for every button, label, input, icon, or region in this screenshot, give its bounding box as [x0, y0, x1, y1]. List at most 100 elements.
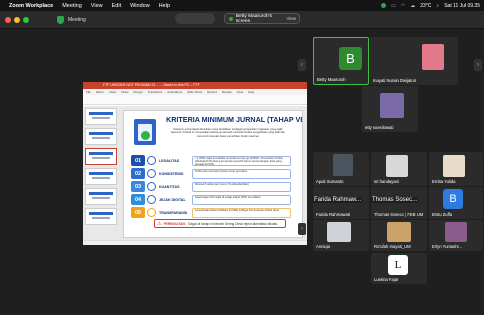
participant-photo [386, 155, 408, 177]
ppt-ribbon[interactable] [83, 95, 307, 105]
view-options-button[interactable]: View [286, 16, 296, 21]
slide-title: KRITERIA MINIMUM JURNAL (TAHAP VERIFIKAS… [166, 115, 302, 124]
slide-thumbnail[interactable] [85, 108, 117, 125]
scale-icon [147, 208, 156, 217]
ppt-tab-view[interactable]: View [237, 89, 243, 95]
meeting-title: Meeting [68, 16, 86, 23]
participant-tile-thomas[interactable]: Thomas Sosec... Thomas Sosecc | FEB UM [371, 187, 427, 219]
criteria-number: 03 [131, 181, 145, 192]
menu-app-name[interactable]: Zoom Workplace [9, 3, 53, 9]
sharing-indicator-icon [229, 16, 233, 21]
fullscreen-window-button[interactable] [23, 16, 29, 23]
participant-tile-sri[interactable]: sri handayani [371, 152, 427, 186]
ppt-tab-file[interactable]: File [86, 89, 91, 95]
participant-tile-luetina[interactable]: L Luetina Fajar [371, 253, 427, 284]
screen-share-toolbar[interactable] [175, 13, 215, 24]
criteria-row: 03 KUANTITAS Minimal 5 artikel per nomor… [131, 181, 291, 192]
participant-tile-inayati[interactable]: Inayati Nurain Dwijaturi [370, 37, 458, 85]
temperature: 23°C [420, 2, 432, 9]
gallery-prev-arrow-icon[interactable]: ‹ [298, 59, 306, 71]
participant-name: Bintu Zuffa [432, 212, 453, 217]
avatar-letter-b: B [339, 47, 362, 70]
search-icon[interactable]: ⌕ [436, 3, 439, 9]
ppt-tab-record[interactable]: Record [207, 89, 217, 95]
participant-photo [387, 222, 411, 242]
participant-photo [445, 222, 467, 242]
zoom-status-icon[interactable] [381, 3, 387, 8]
participant-tile-betty[interactable]: B Betty Maaruroh [313, 37, 369, 85]
ppt-body: KRITERIA MINIMUM JURNAL (TAHAP VERIFIKAS… [83, 106, 307, 245]
ppt-tab-insert[interactable]: Insert [109, 89, 117, 95]
criteria-label: JEJAK DIGITAL [159, 197, 186, 202]
slide-thumbnail[interactable] [85, 188, 117, 205]
menu-help[interactable]: Help [159, 3, 170, 9]
participant-name: Anniqia [316, 244, 330, 249]
menu-meeting[interactable]: Meeting [62, 3, 82, 9]
slide-thumbnail[interactable] [85, 128, 117, 145]
powerpoint-window: FTF UNSOED NOT PEGAWAI 21 ... – Saved to… [83, 82, 307, 245]
battery-icon[interactable]: ▭ [391, 3, 396, 9]
participant-name: Inayati Nurain Dwijaturi [373, 78, 417, 83]
share-banner-text: Betty Maaruroh's screen [235, 13, 272, 24]
ppt-tab-design[interactable]: Design [133, 89, 142, 95]
participant-tile-apuk[interactable]: Apuk Sumanto [313, 152, 369, 186]
participant-name-large: Thomas Sosec... [371, 197, 419, 203]
ppt-tab-animations[interactable]: Animations [167, 89, 182, 95]
ppt-title-bar: FTF UNSOED NOT PEGAWAI 21 ... – Saved to… [83, 82, 307, 89]
participant-tile-bintu[interactable]: B Bintu Zuffa [429, 187, 483, 219]
criteria-text: Minimal 5 artikel per nomor (5 artikel/t… [192, 181, 291, 192]
participant-name: Thomas Sosecc | FEB UM [374, 212, 424, 217]
weather-icon: ☁ [410, 2, 416, 9]
slide-description: Sebelum jurnal dapat diusulkan untuk akr… [170, 128, 286, 138]
participant-tile-etty[interactable]: etty soesilowati [362, 86, 418, 132]
warning-text: Gagal di tahap ini berarti Sering Desk r… [187, 221, 279, 226]
participant-name: Apuk Sumanto [316, 179, 344, 184]
criteria-label: TRANSPARANSI [159, 210, 188, 215]
criteria-number: 04 [131, 194, 145, 205]
document-stack-icon [147, 182, 156, 191]
calendar-icon [147, 169, 156, 178]
menu-edit[interactable]: Edit [112, 3, 121, 9]
warning-box: ⚠ PERINGATAN: Gagal di tahap ini berarti… [154, 219, 286, 228]
criteria-text: Terbit rutin minimal 2 (dua) nomor per t… [192, 168, 291, 179]
security-shield-icon[interactable] [57, 15, 64, 24]
participant-tile-farida[interactable]: Farida Rahmaw... Farida Rahmawati [313, 187, 369, 219]
criteria-text: • e-ISSN wajib & terdaftar di portal iss… [192, 155, 291, 166]
close-window-button[interactable] [5, 16, 11, 23]
checkmark-icon [141, 131, 150, 140]
ppt-tab-review[interactable]: Review [222, 89, 232, 95]
slide-thumbnails [85, 108, 119, 244]
share-banner[interactable]: Betty Maaruroh's screen View [224, 13, 300, 24]
minimize-window-button[interactable] [14, 16, 20, 23]
menu-view[interactable]: View [91, 3, 103, 9]
slide-thumbnail[interactable] [85, 208, 117, 225]
menu-window[interactable]: Window [130, 3, 150, 9]
warning-label: PERINGATAN: [163, 221, 186, 226]
shield-check-icon [147, 156, 156, 165]
participant-tile-erlyn[interactable]: Erlyn Yuniashr... [429, 220, 483, 251]
participant-photo [333, 154, 353, 176]
criteria-text: Keterangan DOI wajib di setiap artikel (… [192, 194, 291, 205]
participant-name: Erlyn Yuniashr... [432, 244, 463, 249]
slide-thumbnail-selected[interactable] [85, 148, 117, 165]
ppt-tab-help[interactable]: Help [248, 89, 254, 95]
participant-tile-rofah[interactable]: Ro'ufah Inayati_UM [371, 220, 427, 251]
participant-photo [422, 44, 444, 70]
current-slide[interactable]: KRITERIA MINIMUM JURNAL (TAHAP VERIFIKAS… [123, 110, 303, 238]
clock[interactable]: Sat 11 Jul 09.35 [444, 3, 480, 9]
criteria-number: 02 [131, 168, 145, 179]
participant-tile-ernita[interactable]: Ernita Yulida [429, 152, 483, 186]
ppt-tab-transitions[interactable]: Transitions [148, 89, 163, 95]
ppt-tab-draw[interactable]: Draw [121, 89, 128, 95]
wifi-icon[interactable]: ◠ [401, 3, 405, 9]
criteria-row: 05 TRANSPARANSI Lamanbulan Etika Publika… [131, 207, 291, 218]
gallery-next-arrow-icon[interactable]: › [474, 59, 482, 71]
avatar-letter-l: L [388, 255, 408, 275]
participant-name: Farida Rahmawati [316, 212, 350, 217]
ppt-tab-slideshow[interactable]: Slide Show [187, 89, 202, 95]
gallery-prev-page-icon[interactable]: ‹ [298, 223, 306, 235]
ppt-tab-home[interactable]: Home [96, 89, 104, 95]
participant-tile-anniqia[interactable]: Anniqia [313, 220, 369, 251]
slide-thumbnail[interactable] [85, 168, 117, 185]
fingerprint-icon [147, 195, 156, 204]
